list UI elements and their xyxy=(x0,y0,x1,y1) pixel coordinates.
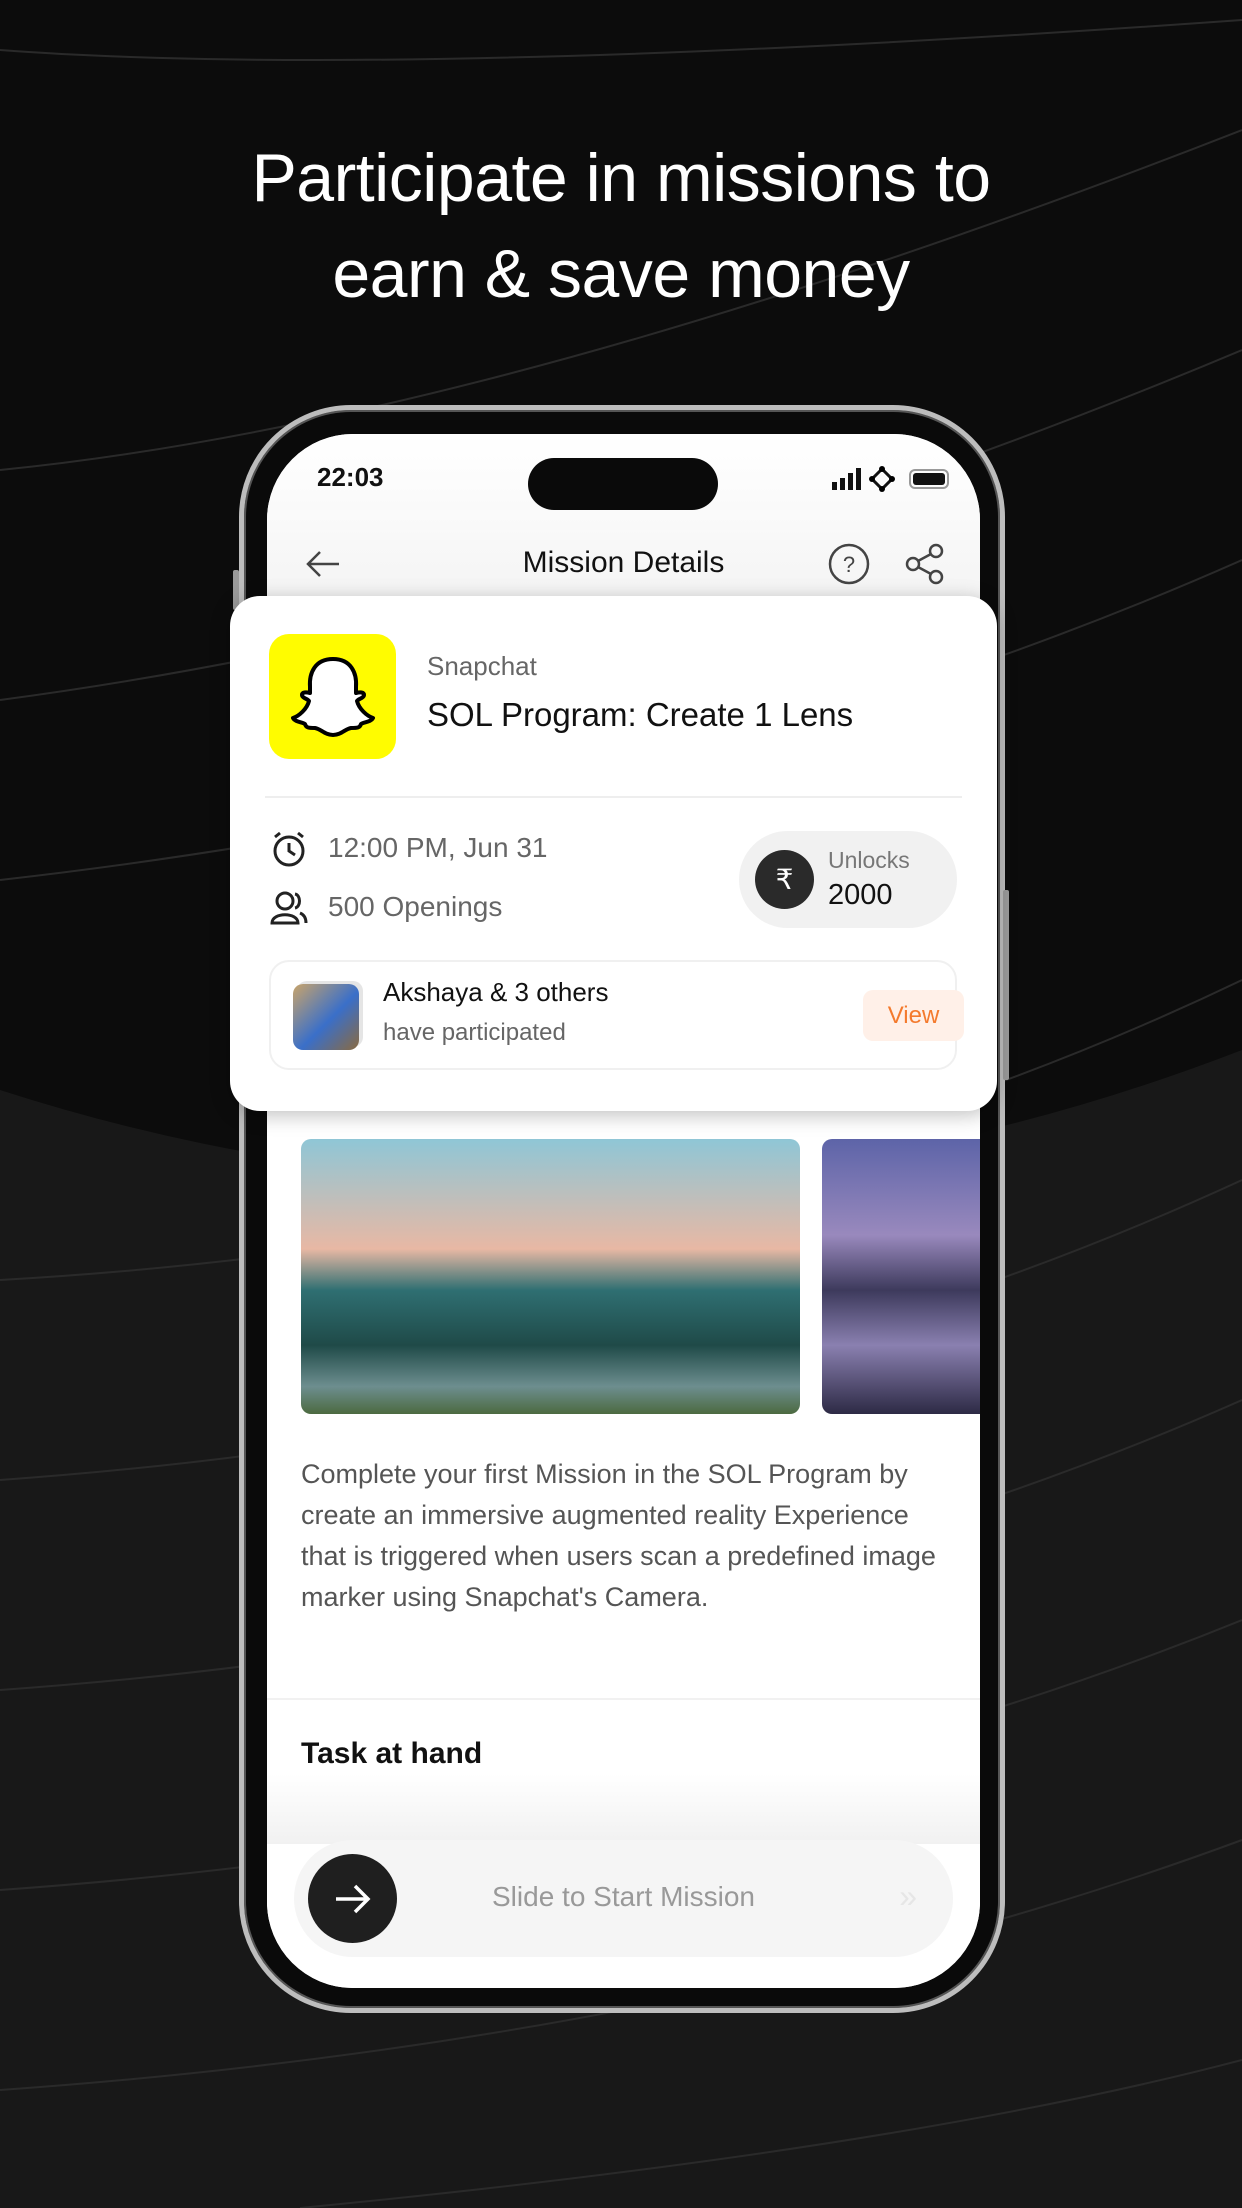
openings: 500 Openings xyxy=(328,891,503,922)
headline-line-2: earn & save money xyxy=(332,236,910,312)
headline: Participate in missions to earn & save m… xyxy=(0,130,1242,322)
svg-text:?: ? xyxy=(843,552,855,577)
deadline: 12:00 PM, Jun 31 xyxy=(328,832,548,863)
users-icon xyxy=(270,891,308,925)
status-time: 22:03 xyxy=(317,462,384,492)
participants-subtitle: have participated xyxy=(383,1019,566,1046)
view-button[interactable]: View xyxy=(863,990,964,1041)
rupee-icon: ₹ xyxy=(755,850,814,909)
mission-card: Snapchat SOL Program: Create 1 Lens 12:0… xyxy=(230,596,997,1111)
mission-image-1[interactable] xyxy=(301,1139,800,1414)
snapchat-ghost-icon xyxy=(290,656,375,737)
fade-overlay xyxy=(267,1774,980,1844)
slider-label: Slide to Start Mission xyxy=(492,1881,755,1912)
task-heading: Task at hand xyxy=(301,1737,483,1770)
chevrons-right-icon: » xyxy=(899,1878,917,1914)
brand-name: Snapchat xyxy=(427,651,537,681)
dynamic-island xyxy=(528,458,718,510)
bottom-bar: Slide to Start Mission » xyxy=(267,1840,980,1988)
divider xyxy=(265,796,962,798)
share-icon[interactable] xyxy=(904,543,946,585)
help-circle-icon[interactable]: ? xyxy=(828,543,870,585)
status-icons xyxy=(832,466,949,492)
participants-box: Akshaya & 3 others have participated Vie… xyxy=(269,960,964,1070)
page-title: Mission Details xyxy=(522,546,725,579)
unlocks-label: Unlocks xyxy=(828,847,910,873)
divider xyxy=(267,1698,980,1700)
unlocks-badge: ₹ Unlocks 2000 xyxy=(739,831,957,928)
phone-button xyxy=(1003,890,1009,1080)
avatar xyxy=(293,984,359,1050)
mission-image-2[interactable] xyxy=(822,1139,980,1414)
mission-description: Complete your first Mission in the SOL P… xyxy=(301,1459,936,1612)
headline-line-1: Participate in missions to xyxy=(251,140,991,216)
unlocks-value: 2000 xyxy=(828,879,893,911)
slide-to-start-slider[interactable]: Slide to Start Mission » xyxy=(294,1840,953,1957)
mission-title: SOL Program: Create 1 Lens xyxy=(427,696,854,733)
stopwatch-icon xyxy=(273,831,305,867)
network-icon xyxy=(869,466,895,492)
participants-title: Akshaya & 3 others xyxy=(383,977,609,1007)
snapchat-logo xyxy=(269,634,396,759)
